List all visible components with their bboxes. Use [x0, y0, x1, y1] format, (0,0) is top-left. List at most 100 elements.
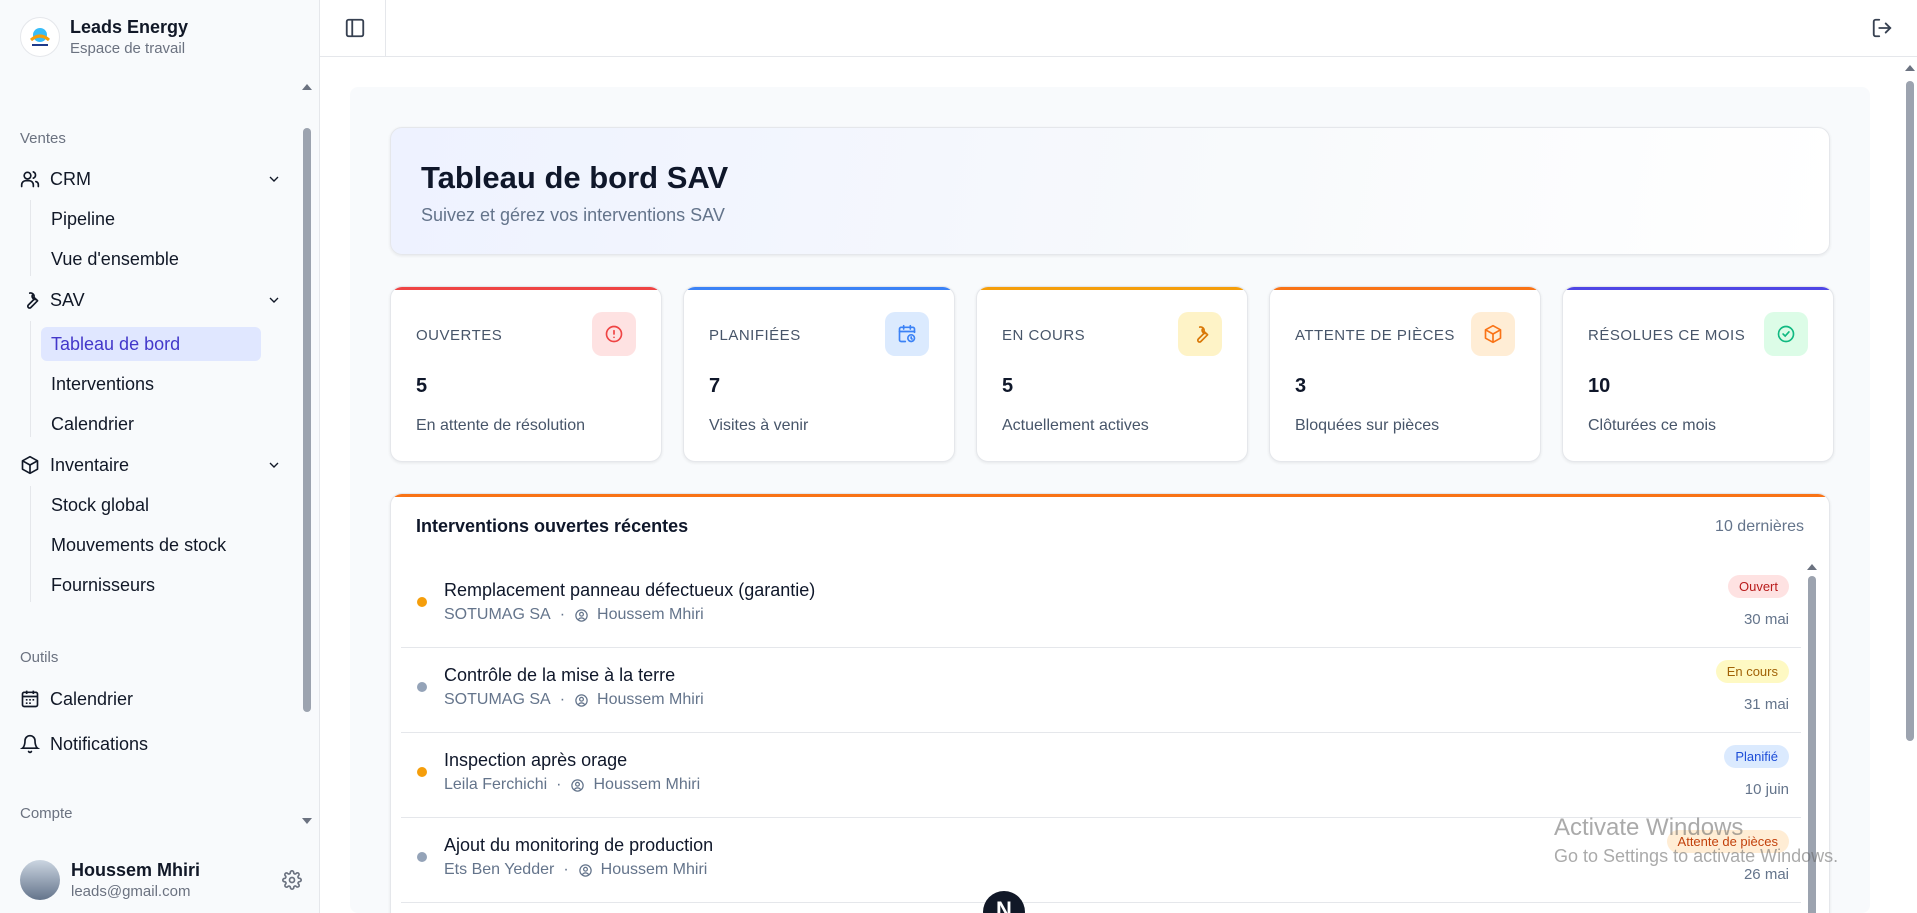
sidebar-item-notifications[interactable]: Notifications: [20, 727, 282, 761]
card-accent-bar: [391, 494, 1829, 497]
sidebar-item-stock-global[interactable]: Stock global: [41, 488, 261, 522]
section-label-compte: Compte: [20, 805, 73, 822]
scroll-up-arrow[interactable]: [1905, 65, 1915, 71]
stat-card-attente-pieces[interactable]: ATTENTE DE PIÈCES 3 Bloquées sur pièces: [1269, 286, 1541, 462]
separator: ·: [556, 776, 562, 793]
chevron-down-icon[interactable]: [266, 457, 282, 473]
stat-label: PLANIFIÉES: [709, 327, 801, 344]
chevron-down-icon[interactable]: [266, 292, 282, 308]
sidebar-item-fournisseurs[interactable]: Fournisseurs: [41, 568, 261, 602]
sidebar-item-pipeline[interactable]: Pipeline: [41, 202, 261, 236]
stat-label: EN COURS: [1002, 327, 1086, 344]
intervention-title: Inspection après orage: [444, 750, 628, 770]
page-header: Tableau de bord SAV Suivez et gérez vos …: [390, 127, 1830, 255]
submenu-line: [30, 486, 31, 602]
sidebar-item-tableau-de-bord[interactable]: Tableau de bord: [41, 327, 261, 361]
sidebar-item-overview[interactable]: Vue d'ensemble: [41, 242, 261, 276]
scroll-thumb[interactable]: [1906, 81, 1914, 741]
user-circle-icon: [575, 693, 588, 707]
stat-value: 5: [1002, 375, 1014, 397]
technician-name: Houssem Mhiri: [597, 691, 704, 708]
scroll-thumb[interactable]: [303, 128, 311, 712]
user-circle-icon: [578, 863, 592, 877]
stat-description: Bloquées sur pièces: [1295, 417, 1440, 434]
package-icon: [20, 455, 40, 475]
sidebar-item-mouvements[interactable]: Mouvements de stock: [41, 528, 261, 562]
status-dot: [417, 682, 427, 692]
list-item[interactable]: Contrôle de la mise à la terre SOTUMAG S…: [401, 649, 1801, 733]
section-label-outils: Outils: [20, 649, 59, 666]
stat-value: 5: [416, 375, 428, 397]
users-icon: [20, 169, 40, 189]
technician-name: Houssem Mhiri: [597, 606, 704, 623]
sidebar-toggle-icon[interactable]: [344, 17, 366, 39]
chevron-down-icon[interactable]: [266, 171, 282, 187]
stat-card-ouvertes[interactable]: OUVERTES 5 En attente de résolution: [390, 286, 662, 462]
stat-value: 10: [1588, 375, 1611, 397]
intervention-date: 31 mai: [1743, 696, 1789, 713]
logout-icon[interactable]: [1871, 17, 1893, 39]
stat-description: En attente de résolution: [416, 417, 586, 434]
sidebar-item-label: Calendrier: [50, 688, 134, 709]
sidebar-item-label: CRM: [50, 168, 91, 189]
calendar-clock-icon: [885, 312, 929, 356]
divider: [385, 0, 386, 56]
list-item[interactable]: Inspection après orage Leila Ferchichi ·…: [401, 734, 1801, 818]
activation-watermark: Activate Windows Go to Settings to activ…: [1554, 814, 1838, 867]
avatar[interactable]: [20, 860, 60, 900]
sidebar-item-crm[interactable]: CRM: [20, 162, 282, 196]
check-circle-icon: [1764, 312, 1808, 356]
sidebar-item-calendrier-sav[interactable]: Calendrier: [41, 407, 261, 441]
intervention-date: 10 juin: [1744, 781, 1789, 798]
gear-icon[interactable]: [282, 870, 302, 890]
sidebar-item-label: Inventaire: [50, 454, 130, 475]
list-item[interactable]: Remplacement panneau défectueux (garanti…: [401, 564, 1801, 648]
technician-name: Houssem Mhiri: [593, 776, 701, 793]
stat-description: Actuellement actives: [1002, 417, 1149, 434]
intervention-date: 26 mai: [1743, 866, 1789, 883]
card-accent-bar: [1270, 287, 1540, 290]
user-circle-icon: [571, 778, 585, 792]
recent-count: 10 dernières: [1715, 518, 1804, 535]
stat-card-en-cours[interactable]: EN COURS 5 Actuellement actives: [976, 286, 1248, 462]
card-accent-bar: [1563, 287, 1833, 290]
main-content: Tableau de bord SAV Suivez et gérez vos …: [350, 87, 1870, 913]
stat-value: 3: [1295, 375, 1307, 397]
submenu-line: [30, 200, 31, 276]
stat-label: RÉSOLUES CE MOIS: [1588, 327, 1746, 344]
page-title: Tableau de bord SAV: [421, 160, 729, 195]
brand[interactable]: Leads Energy Espace de travail: [20, 14, 188, 60]
sidebar-scrollbar[interactable]: [300, 78, 314, 830]
card-accent-bar: [391, 287, 661, 290]
stat-label: ATTENTE DE PIÈCES: [1295, 327, 1455, 344]
sidebar-item-label: SAV: [50, 289, 85, 310]
scroll-up-arrow[interactable]: [1807, 564, 1817, 570]
watermark-title: Activate Windows: [1554, 814, 1744, 841]
sidebar-item-label: Notifications: [50, 733, 149, 754]
separator: ·: [559, 691, 566, 708]
sidebar-item-sav[interactable]: SAV: [20, 283, 282, 317]
brand-logo: [20, 17, 60, 57]
intervention-date: 30 mai: [1743, 611, 1789, 628]
user-email: leads@gmail.com: [71, 883, 191, 900]
stat-card-resolues[interactable]: RÉSOLUES CE MOIS 10 Clôturées ce mois: [1562, 286, 1834, 462]
sidebar-item-inventaire[interactable]: Inventaire: [20, 448, 282, 482]
scroll-up-arrow[interactable]: [302, 84, 312, 90]
stat-description: Clôturées ce mois: [1588, 417, 1717, 434]
section-title: Interventions ouvertes récentes: [416, 516, 689, 536]
status-dot: [417, 767, 427, 777]
page-scrollbar[interactable]: [1903, 57, 1917, 913]
scroll-down-arrow[interactable]: [302, 818, 312, 824]
package-icon: [1471, 312, 1515, 356]
sidebar-item-calendrier[interactable]: Calendrier: [20, 682, 282, 716]
status-dot: [417, 852, 427, 862]
client-name: Ets Ben Yedder: [444, 861, 555, 878]
user-circle-icon: [575, 608, 588, 622]
separator: ·: [563, 861, 569, 878]
client-name: SOTUMAG SA: [444, 691, 551, 708]
user-profile[interactable]: Houssem Mhiri leads@gmail.com: [20, 858, 302, 902]
user-name: Houssem Mhiri: [71, 860, 201, 880]
sidebar-item-interventions[interactable]: Interventions: [41, 367, 261, 401]
intervention-title: Contrôle de la mise à la terre: [444, 665, 676, 685]
stat-card-planifiees[interactable]: PLANIFIÉES 7 Visites à venir: [683, 286, 955, 462]
